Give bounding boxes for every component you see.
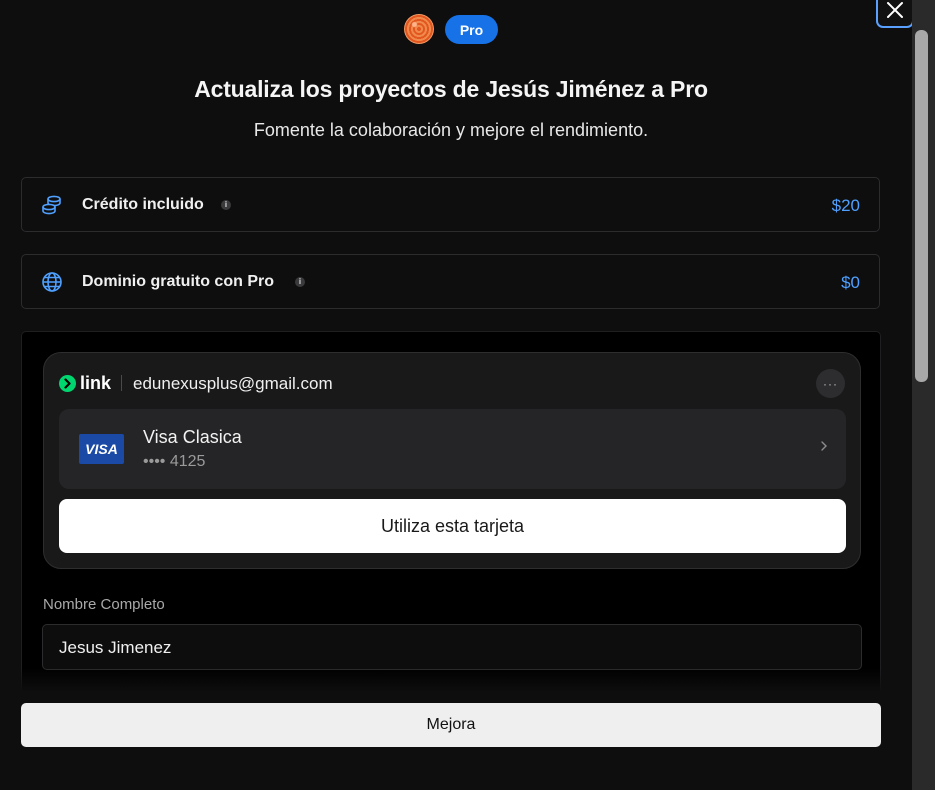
scrollbar-thumb[interactable]	[915, 30, 928, 382]
link-logo: link	[59, 373, 111, 394]
more-icon: ···	[823, 376, 838, 391]
info-icon[interactable]: i	[221, 200, 231, 210]
coins-icon	[42, 195, 61, 215]
link-brand: link	[80, 373, 112, 393]
full-name-label: Nombre Completo	[43, 596, 165, 613]
close-icon	[887, 2, 903, 18]
visa-logo: VISA	[79, 434, 124, 464]
feature-row-credit: Crédito incluido i $20	[21, 177, 880, 232]
feature-row-domain: Dominio gratuito con Pro i $0	[21, 254, 880, 309]
upgrade-button[interactable]: Mejora	[21, 703, 881, 747]
info-icon[interactable]: i	[295, 277, 305, 287]
feature-label: Crédito incluido	[82, 196, 204, 213]
feature-value: $0	[841, 273, 860, 292]
chevron-right-icon	[821, 441, 827, 451]
full-name-field[interactable]: Jesus Jimenez	[42, 624, 862, 670]
link-wallet-card: link edunexusplus@gmail.com ··· VISA Vis…	[43, 352, 861, 569]
divider	[121, 375, 122, 391]
link-email: edunexusplus@gmail.com	[133, 374, 333, 393]
feature-value: $20	[831, 196, 860, 215]
scroll-fade	[21, 668, 881, 698]
page-title: Actualiza los proyectos de Jesús Jiménez…	[194, 76, 708, 102]
link-arrow-icon	[59, 375, 76, 392]
pro-badge: Pro	[445, 15, 498, 44]
more-options-button[interactable]: ···	[816, 369, 845, 398]
feature-label: Dominio gratuito con Pro	[82, 273, 274, 290]
card-name: Visa Clasica	[143, 427, 242, 447]
use-card-button[interactable]: Utiliza esta tarjeta	[59, 499, 846, 553]
page-subtitle: Fomente la colaboración y mejore el rend…	[253, 120, 649, 140]
globe-icon	[42, 272, 62, 292]
avatar	[404, 14, 434, 44]
close-button[interactable]	[876, 0, 914, 28]
saved-card-row[interactable]: VISA Visa Clasica •••• 4125	[59, 409, 846, 489]
card-number: •••• 4125	[143, 453, 206, 470]
payment-panel: link edunexusplus@gmail.com ··· VISA Vis…	[21, 331, 881, 691]
